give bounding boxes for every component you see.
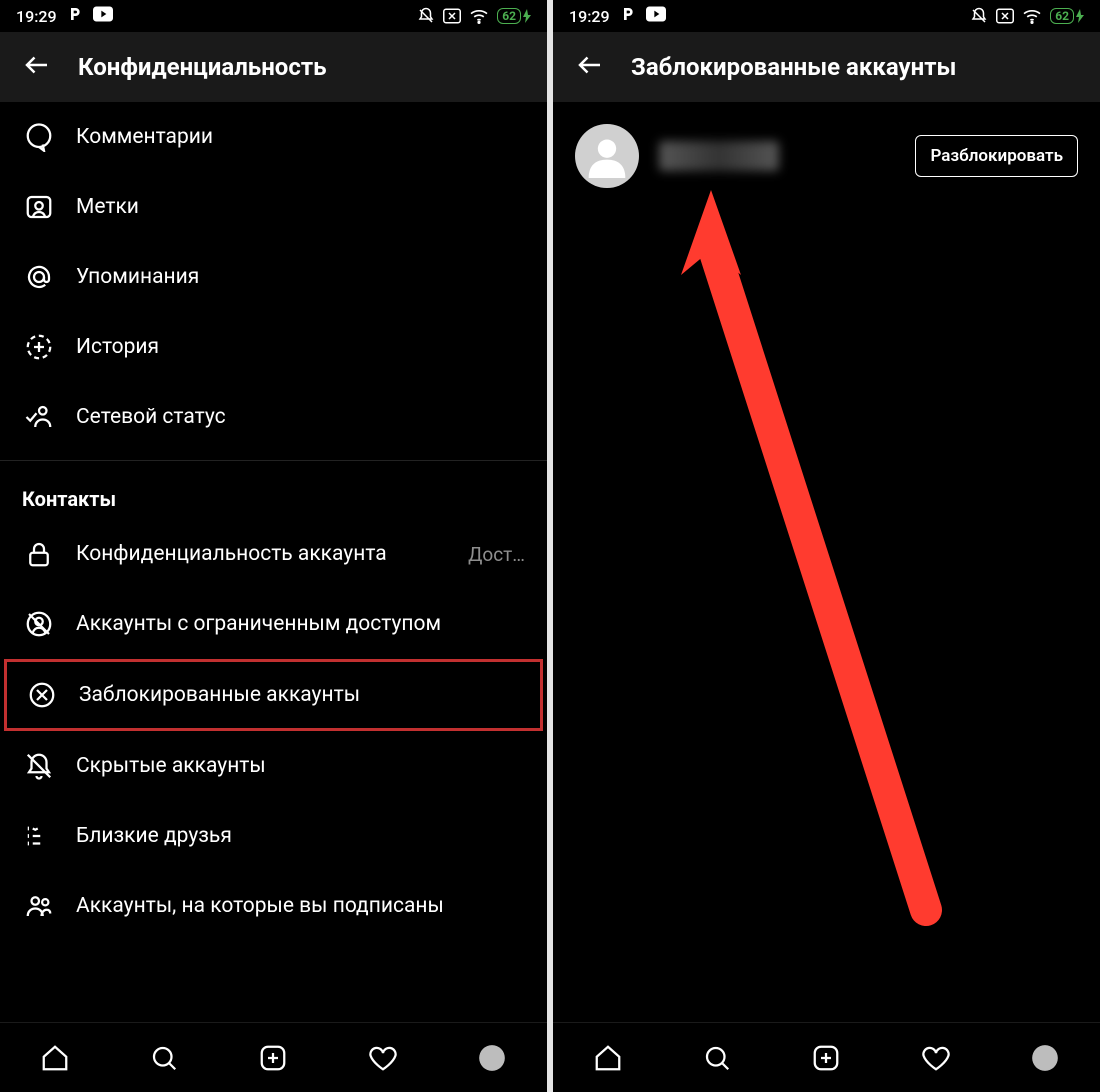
blocked-user-row[interactable]: Разблокировать <box>553 102 1100 210</box>
page-title: Заблокированные аккаунты <box>631 53 956 81</box>
nav-search[interactable] <box>697 1038 737 1078</box>
blocked-user-name <box>659 141 779 171</box>
at-icon <box>22 260 56 294</box>
blocked-list: Разблокировать <box>553 102 1100 1022</box>
blocked-icon <box>25 678 59 712</box>
comment-icon <box>22 120 56 154</box>
nav-profile[interactable] <box>1025 1038 1065 1078</box>
unblock-button[interactable]: Разблокировать <box>915 135 1078 177</box>
story-icon <box>22 330 56 364</box>
bottom-nav <box>0 1022 547 1092</box>
close-box-icon <box>996 8 1014 24</box>
avatar <box>575 124 639 188</box>
item-label: История <box>76 335 159 359</box>
close-friends-icon <box>22 819 56 853</box>
item-label: Заблокированные аккаунты <box>79 683 360 707</box>
muted-bell-icon <box>22 749 56 783</box>
item-label: Конфиденциальность аккаунта <box>76 542 387 566</box>
status-time: 19:29 <box>569 7 610 26</box>
item-label: Аккаунты с ограниченным доступом <box>76 612 441 636</box>
status-bar: 19:29 62 <box>553 0 1100 32</box>
bottom-nav <box>553 1022 1100 1092</box>
lock-icon <box>22 537 56 571</box>
nav-activity[interactable] <box>363 1038 403 1078</box>
item-mentions[interactable]: Упоминания <box>0 242 547 312</box>
youtube-icon <box>646 6 666 26</box>
nav-activity[interactable] <box>916 1038 956 1078</box>
back-icon[interactable] <box>575 50 605 84</box>
wifi-icon <box>469 8 489 24</box>
phone-left: 19:29 62 Конфиденциальность Комментарии … <box>0 0 547 1092</box>
nav-new-post[interactable] <box>253 1038 293 1078</box>
status-time: 19:29 <box>16 7 57 26</box>
item-comments[interactable]: Комментарии <box>0 102 547 172</box>
wifi-icon <box>1022 8 1042 24</box>
item-trail: Дост… <box>468 543 525 566</box>
following-icon <box>22 889 56 923</box>
item-blocked[interactable]: Заблокированные аккаунты <box>7 662 540 728</box>
battery-icon: 62 <box>1050 8 1084 24</box>
activity-status-icon <box>22 400 56 434</box>
item-account-privacy[interactable]: Конфиденциальность аккаунта Дост… <box>0 519 547 589</box>
nav-home[interactable] <box>35 1038 75 1078</box>
back-icon[interactable] <box>22 50 52 84</box>
youtube-icon <box>93 6 113 26</box>
item-label: Сетевой статус <box>76 405 226 429</box>
item-following[interactable]: Аккаунты, на которые вы подписаны <box>0 871 547 941</box>
item-label: Комментарии <box>76 125 213 149</box>
item-label: Аккаунты, на которые вы подписаны <box>76 894 444 918</box>
item-tags[interactable]: Метки <box>0 172 547 242</box>
nav-search[interactable] <box>144 1038 184 1078</box>
item-label: Упоминания <box>76 265 199 289</box>
restricted-icon <box>22 607 56 641</box>
item-restricted[interactable]: Аккаунты с ограниченным доступом <box>0 589 547 659</box>
parking-icon <box>67 6 83 26</box>
mute-icon <box>970 7 988 25</box>
page-title: Конфиденциальность <box>78 53 326 81</box>
nav-new-post[interactable] <box>806 1038 846 1078</box>
settings-list: Комментарии Метки Упоминания История Сет… <box>0 102 547 1022</box>
item-label: Близкие друзья <box>76 824 232 848</box>
battery-icon: 62 <box>497 8 531 24</box>
nav-home[interactable] <box>588 1038 628 1078</box>
phone-right: 19:29 62 Заблокированные аккаунты Разбло… <box>553 0 1100 1092</box>
app-header: Заблокированные аккаунты <box>553 32 1100 102</box>
status-bar: 19:29 62 <box>0 0 547 32</box>
section-header-contacts: Контакты <box>0 461 547 519</box>
item-close-friends[interactable]: Близкие друзья <box>0 801 547 871</box>
item-activity-status[interactable]: Сетевой статус <box>0 382 547 452</box>
nav-profile[interactable] <box>472 1038 512 1078</box>
close-box-icon <box>443 8 461 24</box>
app-header: Конфиденциальность <box>0 32 547 102</box>
highlight-blocked: Заблокированные аккаунты <box>4 659 543 731</box>
mute-icon <box>417 7 435 25</box>
tag-person-icon <box>22 190 56 224</box>
item-muted[interactable]: Скрытые аккаунты <box>0 731 547 801</box>
item-story[interactable]: История <box>0 312 547 382</box>
parking-icon <box>620 6 636 26</box>
item-label: Метки <box>76 195 139 219</box>
item-label: Скрытые аккаунты <box>76 754 266 778</box>
